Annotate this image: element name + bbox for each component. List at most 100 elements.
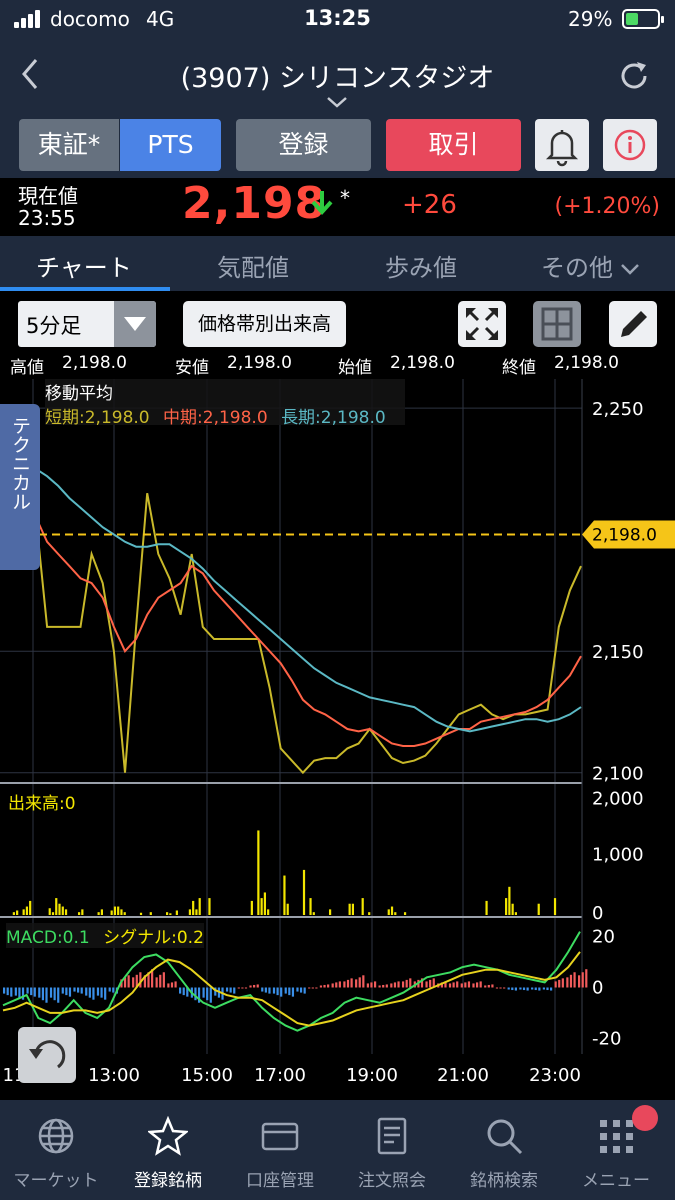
high-label: 高値 [10, 358, 44, 378]
macd-histogram-bar [100, 987, 103, 998]
volume-bar [485, 900, 488, 915]
nav-account[interactable]: 口座管理 [224, 1100, 336, 1200]
macd-histogram-bar [355, 979, 358, 988]
volume-bar [22, 909, 25, 915]
tab-chart[interactable]: チャート [36, 248, 132, 283]
macd-histogram-bar [464, 982, 467, 988]
macd-histogram-bar [554, 981, 557, 988]
nav-market[interactable]: マーケット [0, 1100, 112, 1200]
macd-histogram-bar [499, 987, 502, 989]
macd-histogram-bar [573, 972, 576, 988]
chart-canvas[interactable]: 2,250 2,150 2,100 2,198.0 2,000 1,000 0 20 0 -20 1… [0, 379, 675, 1100]
macd-histogram-bar [401, 981, 405, 988]
macd-histogram-bar [261, 987, 264, 992]
macd-histogram-bar [393, 982, 397, 988]
chart-area[interactable]: 2,250 2,150 2,100 2,198.0 2,000 1,000 0 20 0 -20 1… [0, 379, 675, 1100]
volume-bar [29, 900, 32, 915]
macd-histogram-bar [346, 979, 350, 988]
macd-histogram-bar [264, 987, 267, 993]
volume-bar [51, 912, 55, 915]
stock-title[interactable]: (3907) シリコンスタジオ [120, 56, 555, 95]
fullscreen-button[interactable] [458, 301, 506, 347]
volume-bar [123, 912, 126, 915]
period-select[interactable]: 5分足 [18, 301, 156, 347]
tab-other[interactable]: その他 [541, 248, 641, 283]
register-button[interactable]: 登録 [236, 119, 371, 171]
macd-histogram-bar [358, 977, 361, 988]
macd-histogram-bar [108, 987, 111, 992]
macd-histogram-bar [202, 987, 205, 998]
price-axis-label: 2,250 [592, 399, 644, 420]
tse-button[interactable]: 東証* [19, 119, 119, 171]
pencil-icon [621, 311, 647, 337]
info-button[interactable] [603, 119, 657, 171]
layout-button[interactable] [533, 301, 581, 347]
volume-bar [328, 909, 332, 915]
macd-histogram-bar [456, 981, 459, 988]
macd-histogram-bar [85, 987, 88, 996]
macd-histogram-bar [233, 987, 236, 994]
draw-button[interactable] [609, 301, 657, 347]
macd-histogram-bar [378, 985, 381, 988]
macd-histogram-bar [522, 987, 526, 991]
macd-histogram-bar [280, 987, 283, 997]
tab-trades[interactable]: 歩み値 [385, 248, 457, 283]
macd-histogram-bar [526, 987, 529, 991]
nav-watchlist[interactable]: 登録銘柄 [112, 1100, 224, 1200]
card-icon [261, 1122, 299, 1151]
macd-histogram-bar [61, 987, 64, 994]
tab-quote[interactable]: 気配値 [217, 248, 289, 283]
nav-orders[interactable]: 注文照会 [336, 1100, 448, 1200]
menu-grid-icon [600, 1120, 633, 1153]
current-price-label: 現在値 [18, 184, 78, 208]
macd-histogram-bar [405, 979, 408, 988]
macd-histogram-bar [3, 987, 6, 994]
chevron-down-icon[interactable] [326, 96, 348, 108]
reset-zoom-button[interactable] [18, 1027, 76, 1083]
volume-bar [351, 903, 355, 915]
trade-button[interactable]: 取引 [386, 119, 521, 171]
macd-histogram-bar [167, 983, 170, 988]
nav-search[interactable]: 銘柄検索 [448, 1100, 560, 1200]
macd-histogram-bar [194, 987, 197, 1001]
macd-histogram-bar [276, 987, 279, 996]
macd-histogram-bar [534, 987, 537, 991]
volume-bar [505, 898, 508, 915]
volume-bar [250, 900, 253, 915]
macd-histogram-bar [308, 987, 311, 989]
macd-histogram-bar [538, 987, 541, 991]
alert-button[interactable] [535, 119, 589, 171]
price-mark: * [340, 186, 350, 210]
close-label: 終値 [502, 358, 536, 378]
macd-histogram-bar [467, 981, 471, 988]
macd-histogram-bar [323, 984, 326, 988]
volume-bar [120, 909, 123, 915]
pts-button[interactable]: PTS [120, 119, 221, 171]
refresh-icon[interactable] [616, 58, 652, 94]
back-button[interactable] [14, 54, 48, 94]
macd-histogram-bar [18, 987, 21, 998]
chevron-left-icon [22, 59, 38, 89]
volume-by-price-button[interactable]: 価格帯別出来高 [183, 301, 346, 347]
time-axis-label: 15:00 [181, 1065, 233, 1086]
volume-bar [394, 912, 397, 915]
macd-histogram-bar [96, 987, 100, 996]
volume-bar [192, 900, 195, 915]
current-price: 2,198 [182, 178, 327, 229]
volume-bar [175, 910, 178, 915]
volume-bar [390, 906, 394, 915]
technical-panel-tab[interactable]: テクニカル [0, 404, 40, 570]
volume-bar [97, 912, 100, 915]
time-axis-label: 23:00 [529, 1065, 581, 1086]
volume-bar [117, 906, 120, 915]
close-value: 2,198.0 [554, 353, 619, 373]
volume-bar [511, 903, 514, 915]
nav-market-label: マーケット [13, 1171, 99, 1191]
macd-histogram-bar [104, 987, 107, 1000]
macd-histogram-bar [14, 987, 17, 996]
macd-histogram-bar [229, 987, 232, 993]
bottom-tab-bar: マーケット 登録銘柄 口座管理 注文照会 銘柄検索 メニュー [0, 1100, 675, 1200]
volume-bar [309, 898, 312, 915]
volume-bar [113, 906, 117, 915]
volume-axis-label: 1,000 [592, 845, 644, 866]
